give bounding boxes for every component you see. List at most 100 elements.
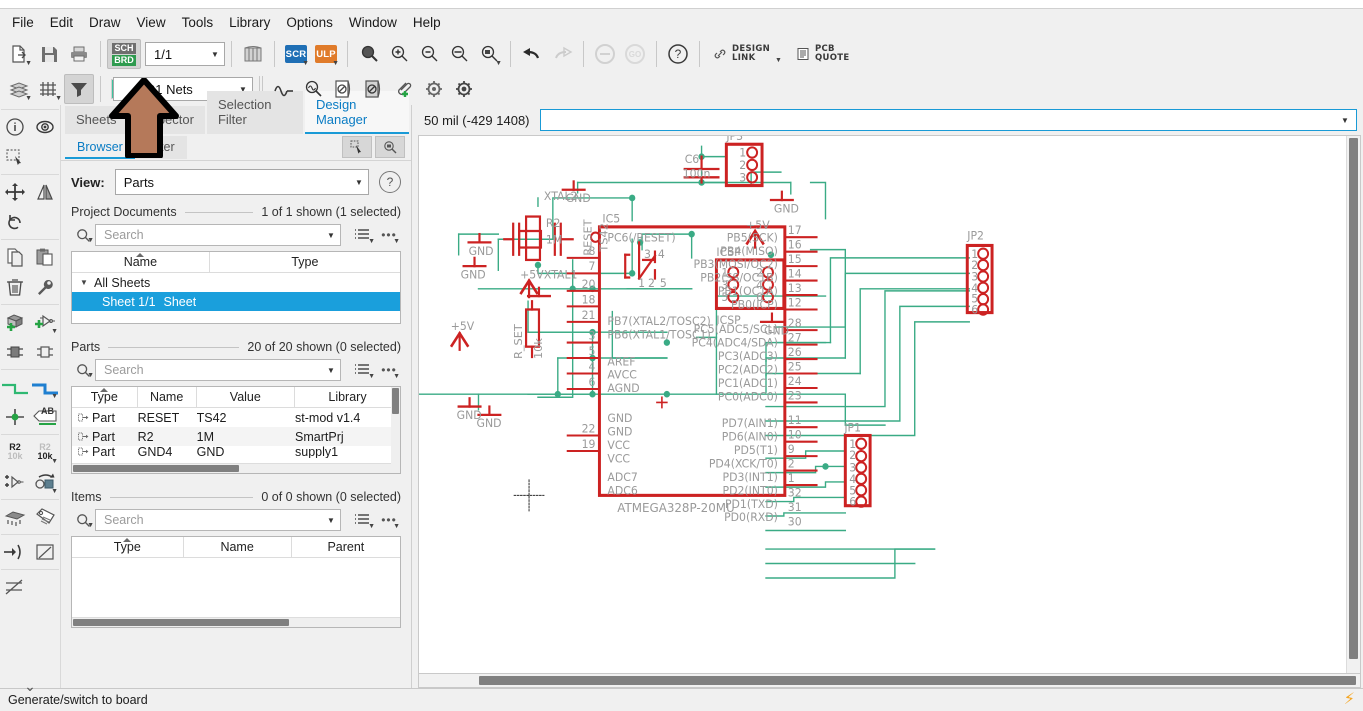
add-gate-icon[interactable]: ▼: [30, 307, 60, 337]
net-green-icon[interactable]: [0, 372, 30, 402]
wave-icon[interactable]: [269, 74, 299, 104]
gear-light-icon[interactable]: [419, 74, 449, 104]
export-icon[interactable]: ▼: [4, 39, 34, 69]
project-documents-grid[interactable]: Name Type ▼ All Sheets Sheet 1/1 Sheet: [71, 251, 401, 324]
menu-item-view[interactable]: View: [129, 12, 174, 33]
chevron-down-icon[interactable]: ▼: [206, 50, 224, 59]
parts-vertical-scrollbar[interactable]: [391, 387, 400, 473]
gear-dark-icon[interactable]: [449, 74, 479, 104]
menu-item-options[interactable]: Options: [278, 12, 341, 33]
chevron-down-icon[interactable]: ▼: [322, 231, 340, 240]
zoom-in-icon[interactable]: [384, 39, 414, 69]
items-grid[interactable]: Type Name Parent: [71, 536, 401, 628]
subtab-browser[interactable]: Browser: [65, 136, 135, 159]
table-row[interactable]: Part RESET TS42 st-mod v1.4: [72, 408, 400, 427]
command-line[interactable]: ▼: [540, 109, 1358, 131]
polygon-icon[interactable]: [30, 537, 60, 567]
schematic-canvas[interactable]: GND GND GND GND GND GND GND C6 100n JP3: [418, 135, 1361, 674]
books-icon[interactable]: [238, 39, 268, 69]
sch-brd-icon[interactable]: SCH BRD: [107, 39, 141, 69]
menu-item-edit[interactable]: Edit: [42, 12, 81, 33]
mirror-icon[interactable]: [30, 177, 60, 207]
canvas-horizontal-scrollbar[interactable]: [418, 674, 1361, 688]
copy-icon[interactable]: [0, 242, 30, 272]
menu-item-window[interactable]: Window: [341, 12, 405, 33]
project-documents-search-box[interactable]: ▼: [95, 224, 341, 246]
more-options-icon[interactable]: •••▼: [377, 224, 401, 246]
tag-icon[interactable]: [30, 502, 60, 532]
column-header-name[interactable]: Name: [72, 252, 210, 272]
save-icon[interactable]: [34, 39, 64, 69]
column-options-icon[interactable]: ▼: [349, 509, 375, 531]
column-header-name[interactable]: Name: [138, 387, 197, 407]
redo-arrow-icon[interactable]: [547, 39, 577, 69]
menu-item-tools[interactable]: Tools: [174, 12, 222, 33]
chevron-down-icon[interactable]: ▼: [1338, 116, 1352, 125]
stop-icon[interactable]: [590, 39, 620, 69]
command-input[interactable]: [545, 112, 1339, 128]
pin-arrow-icon[interactable]: [0, 537, 30, 567]
search-icon[interactable]: ▼: [71, 359, 95, 381]
tab-sheets[interactable]: Sheets: [65, 106, 127, 134]
grid-icon[interactable]: ▼: [34, 74, 64, 104]
zoom-redraw-icon[interactable]: [444, 39, 474, 69]
menu-item-draw[interactable]: Draw: [81, 12, 129, 33]
ulp-icon[interactable]: ULP▼: [311, 39, 341, 69]
magnifier-select-icon[interactable]: [375, 136, 405, 158]
trash-icon[interactable]: [0, 272, 30, 302]
paste-icon[interactable]: [30, 242, 60, 272]
chevron-down-icon[interactable]: ▼: [350, 178, 368, 187]
print-icon[interactable]: [64, 39, 94, 69]
search-icon[interactable]: ▼: [71, 224, 95, 246]
chevron-down-icon[interactable]: ▼: [78, 278, 90, 287]
column-header-value[interactable]: Value: [197, 387, 295, 407]
invoke-gate-icon[interactable]: [0, 467, 30, 497]
parts-horizontal-scrollbar[interactable]: [72, 463, 391, 473]
eye-icon[interactable]: [30, 112, 60, 142]
table-row[interactable]: Part R2 1M SmartPrj: [72, 427, 400, 446]
rotate-icon[interactable]: [0, 207, 30, 237]
sheet-page-select[interactable]: 1/1 ▼: [145, 42, 225, 66]
dimension-icon[interactable]: [0, 572, 30, 602]
zoom-select-icon[interactable]: ▼: [474, 39, 504, 69]
marquee-select-icon[interactable]: [0, 142, 30, 172]
paperclip-plus-icon[interactable]: [389, 74, 419, 104]
design-link-button[interactable]: DESIGN LINK ▼: [706, 42, 789, 67]
column-header-parent[interactable]: Parent: [292, 537, 400, 557]
items-search-box[interactable]: ▼: [95, 509, 341, 531]
bus-blue-icon[interactable]: ▼: [30, 372, 60, 402]
value-r2-icon[interactable]: R2 10k ▼: [30, 437, 60, 467]
column-options-icon[interactable]: ▼: [349, 224, 375, 246]
column-header-type[interactable]: Type: [210, 252, 400, 272]
chevron-double-down-icon[interactable]: ⌄: [0, 672, 60, 701]
add-part-icon[interactable]: [0, 307, 30, 337]
dip-chip-icon[interactable]: [0, 502, 30, 532]
tree-row-all-sheets[interactable]: ▼ All Sheets: [72, 273, 400, 292]
items-search-input[interactable]: [102, 512, 322, 528]
help-icon[interactable]: ?: [379, 171, 401, 193]
canvas-vertical-scrollbar[interactable]: [1346, 136, 1360, 673]
more-options-icon[interactable]: •••▼: [377, 509, 401, 531]
menu-item-library[interactable]: Library: [221, 12, 278, 33]
funnel-icon[interactable]: [64, 74, 94, 104]
column-header-library[interactable]: Library: [295, 387, 400, 407]
tree-row-sheet-1[interactable]: Sheet 1/1 Sheet: [72, 292, 400, 311]
sheet-dual-icon[interactable]: [359, 74, 389, 104]
more-options-icon[interactable]: •••▼: [377, 359, 401, 381]
scr-icon[interactable]: SCR▼: [281, 39, 311, 69]
pcb-quote-button[interactable]: PCB QUOTE: [789, 42, 856, 67]
view-select[interactable]: Parts ▼: [115, 169, 369, 195]
menu-item-file[interactable]: File: [4, 12, 42, 33]
pinswap-icon[interactable]: [0, 337, 30, 367]
name-r2-icon[interactable]: R2 10k: [0, 437, 30, 467]
gateswap-icon[interactable]: [30, 337, 60, 367]
sheet-no-icon[interactable]: [329, 74, 359, 104]
chevron-down-icon[interactable]: ▼: [322, 516, 340, 525]
column-header-name[interactable]: Name: [184, 537, 292, 557]
layers-icon[interactable]: ▼: [4, 74, 34, 104]
chevron-down-icon[interactable]: ▼: [775, 57, 782, 64]
magnifier-wave-icon[interactable]: [299, 74, 329, 104]
column-header-type[interactable]: Type: [72, 387, 138, 407]
go-icon[interactable]: GO: [620, 39, 650, 69]
zoom-out-icon[interactable]: [414, 39, 444, 69]
